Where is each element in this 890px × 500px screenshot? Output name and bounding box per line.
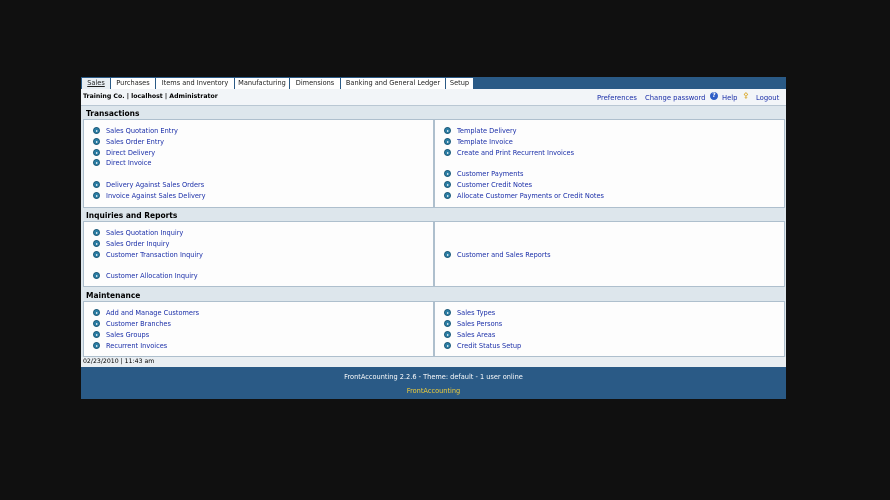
module-tab-bar: Sales Purchases Items and Inventory Manu…: [81, 77, 786, 89]
section-title-transactions: Transactions: [86, 109, 140, 118]
date-time-bar: 02/23/2010 | 11:43 am: [81, 357, 786, 367]
menu-item-label: Sales Groups: [106, 331, 150, 339]
inquiries-left-panel: Sales Quotation Inquiry Sales Order Inqu…: [83, 221, 434, 287]
tab-manufacturing[interactable]: Manufacturing: [235, 78, 290, 89]
tab-label: Manufacturing: [238, 79, 286, 87]
arrow-bullet-icon: [444, 342, 451, 349]
menu-item-label: Customer Branches: [106, 320, 171, 328]
tab-label: Items and Inventory: [161, 79, 229, 87]
arrow-bullet-icon: [93, 229, 100, 236]
menu-item-label: Template Delivery: [457, 127, 517, 135]
arrow-bullet-icon: [444, 331, 451, 338]
date-time: 02/23/2010 | 11:43 am: [83, 358, 155, 365]
section-title-inquiries: Inquiries and Reports: [86, 211, 178, 220]
arrow-bullet-icon: [93, 192, 100, 199]
arrow-bullet-icon: [444, 309, 451, 316]
menu-item-label: Add and Manage Customers: [106, 309, 200, 317]
help-icon[interactable]: ?: [710, 92, 718, 100]
arrow-bullet-icon: [93, 181, 100, 188]
arrow-bullet-icon: [93, 342, 100, 349]
tab-label: Banking and General Ledger: [345, 79, 441, 87]
tab-items-and-inventory[interactable]: Items and Inventory: [156, 78, 235, 89]
frontaccounting-link[interactable]: FrontAccounting: [81, 387, 786, 395]
menu-item-label: Delivery Against Sales Orders: [106, 181, 205, 189]
menu-item-label: Customer Payments: [457, 170, 524, 178]
menu-item-label: Direct Invoice: [106, 159, 152, 167]
menu-item-label: Recurrent Invoices: [106, 342, 168, 350]
preferences-link[interactable]: Preferences: [597, 94, 637, 102]
logout-link[interactable]: Logout: [756, 94, 779, 102]
change-password-link[interactable]: Change password: [645, 94, 705, 102]
menu-item-label: Sales Quotation Inquiry: [106, 229, 184, 237]
arrow-bullet-icon: [444, 127, 451, 134]
arrow-bullet-icon: [444, 138, 451, 145]
version-info: FrontAccounting 2.2.6 - Theme: default -…: [344, 373, 523, 381]
tab-dimensions[interactable]: Dimensions: [290, 78, 341, 89]
arrow-bullet-icon: [444, 192, 451, 199]
menu-item-label: Sales Order Inquiry: [106, 240, 170, 248]
menu-item-label: Sales Quotation Entry: [106, 127, 178, 135]
maintenance-right-panel: Sales Types Sales Persons Sales Areas Cr…: [434, 301, 785, 357]
arrow-bullet-icon: [93, 127, 100, 134]
arrow-bullet-icon: [93, 320, 100, 327]
arrow-bullet-icon: [444, 251, 451, 258]
menu-item-label: Credit Status Setup: [457, 342, 522, 350]
menu-item-label: Customer Credit Notes: [457, 181, 533, 189]
menu-item-label: Sales Order Entry: [106, 138, 165, 146]
help-link[interactable]: Help: [722, 94, 738, 102]
menu-item-label: Customer Allocation Inquiry: [106, 272, 198, 280]
maintenance-left-panel: Add and Manage Customers Customer Branch…: [83, 301, 434, 357]
menu-item-label: Allocate Customer Payments or Credit Not…: [457, 192, 604, 200]
app-window: Sales Purchases Items and Inventory Manu…: [81, 77, 786, 399]
menu-item-label: Customer Transaction Inquiry: [106, 251, 203, 259]
arrow-bullet-icon: [93, 272, 100, 279]
menu-item-label: Create and Print Recurrent Invoices: [457, 149, 575, 157]
transactions-left-panel: Sales Quotation Entry Sales Order Entry …: [83, 119, 434, 208]
key-icon[interactable]: ⚴: [743, 91, 752, 100]
tab-label: Dimensions: [295, 79, 335, 87]
user-info: Training Co. | localhost | Administrator: [83, 93, 218, 100]
arrow-bullet-icon: [93, 251, 100, 258]
arrow-bullet-icon: [444, 170, 451, 177]
footer: FrontAccounting 2.2.6 - Theme: default -…: [81, 367, 786, 399]
menu-item-label: Sales Areas: [457, 331, 496, 339]
tab-purchases[interactable]: Purchases: [111, 78, 156, 89]
arrow-bullet-icon: [444, 149, 451, 156]
arrow-bullet-icon: [93, 149, 100, 156]
arrow-bullet-icon: [93, 138, 100, 145]
menu-item-label: Invoice Against Sales Delivery: [106, 192, 206, 200]
menu-item-label: Template Invoice: [457, 138, 513, 146]
arrow-bullet-icon: [444, 181, 451, 188]
tab-setup[interactable]: Setup: [446, 78, 474, 89]
tab-banking-and-general-ledger[interactable]: Banking and General Ledger: [341, 78, 446, 89]
section-title-maintenance: Maintenance: [86, 291, 141, 300]
tab-label: Sales: [87, 79, 105, 87]
transactions-right-panel: Template Delivery Template Invoice Creat…: [434, 119, 785, 208]
menu-item-label: Direct Delivery: [106, 149, 156, 157]
arrow-bullet-icon: [93, 309, 100, 316]
inquiries-right-panel: Customer and Sales Reports: [434, 221, 785, 287]
arrow-bullet-icon: [93, 331, 100, 338]
menu-item-label: Sales Types: [457, 309, 496, 317]
menu-item-label: Customer and Sales Reports: [457, 251, 551, 259]
tab-label: Purchases: [116, 79, 150, 87]
user-bar: Training Co. | localhost | Administrator…: [81, 89, 786, 106]
tab-label: Setup: [449, 79, 470, 87]
arrow-bullet-icon: [93, 159, 100, 166]
tab-sales[interactable]: Sales: [82, 78, 111, 89]
arrow-bullet-icon: [93, 240, 100, 247]
arrow-bullet-icon: [444, 320, 451, 327]
menu-item-label: Sales Persons: [457, 320, 503, 328]
